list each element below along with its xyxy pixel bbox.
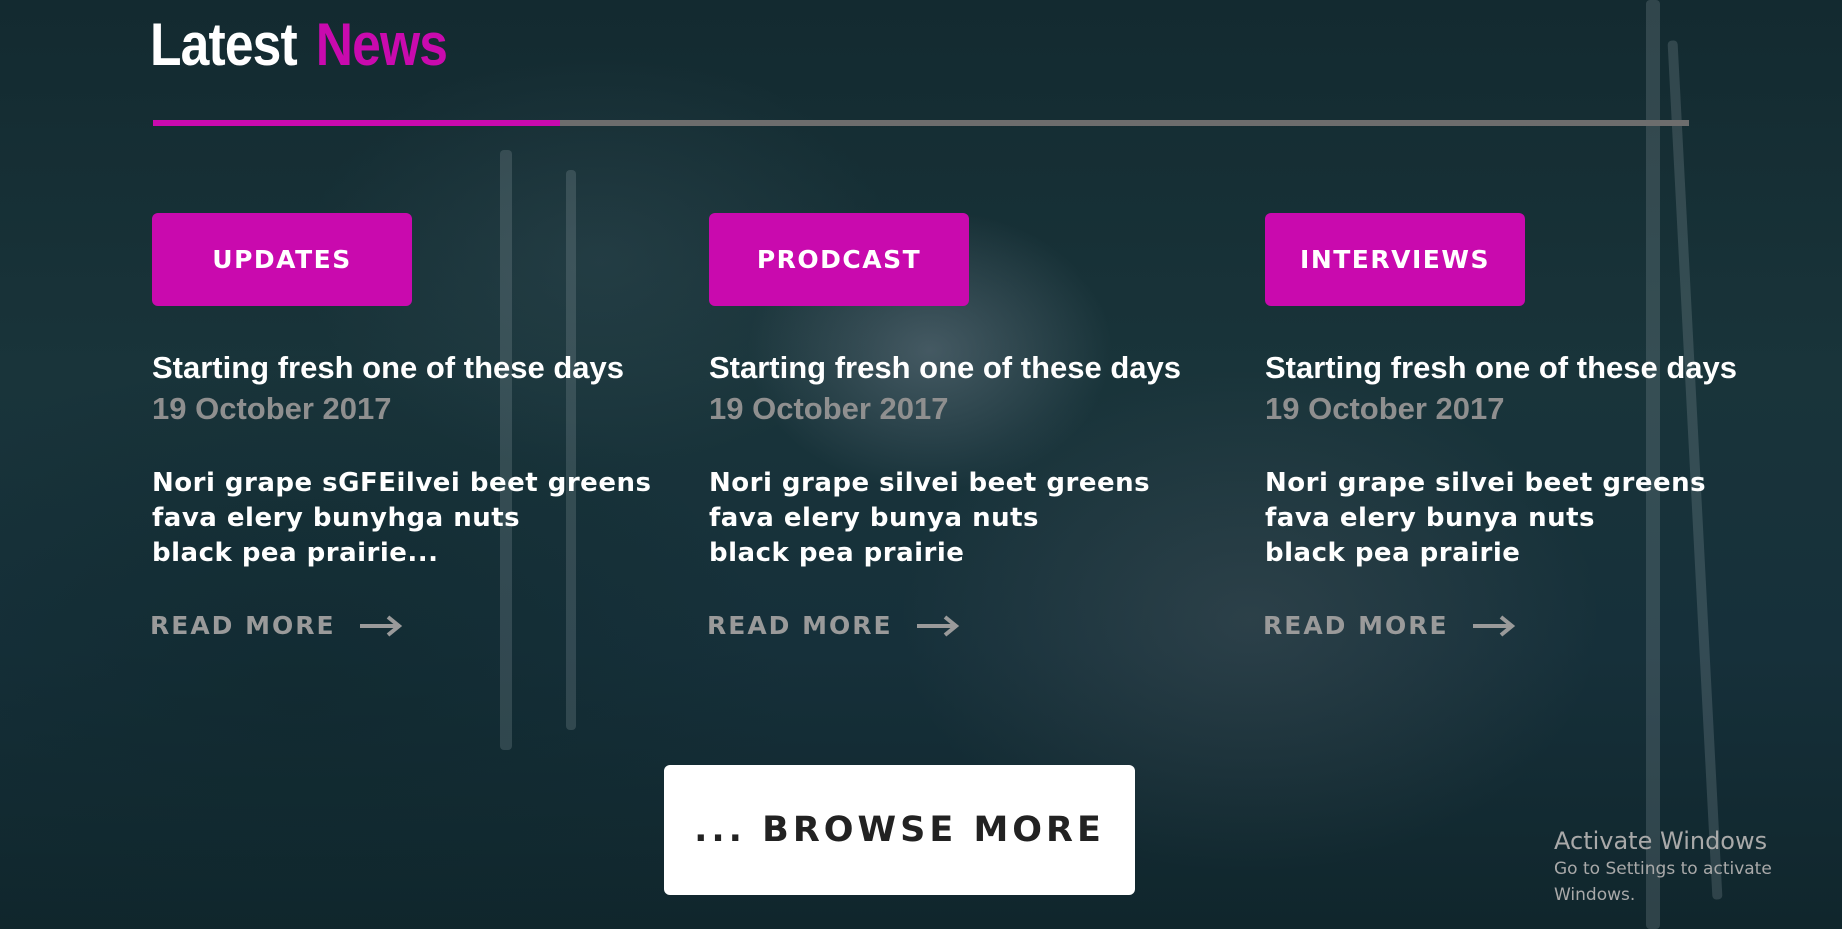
read-more-label: READ MORE [707,611,893,640]
news-excerpt: Nori grape silvei beet greens fava elery… [1265,468,1707,568]
news-card: INTERVIEWS Starting fresh one of these d… [1263,213,1785,640]
browse-more-button[interactable]: ... BROWSE MORE [664,765,1135,895]
arrow-right-icon [359,614,402,637]
arrow-right-icon [1472,614,1515,637]
news-excerpt: Nori grape silvei beet greens fava elery… [709,468,1151,568]
read-more-link[interactable]: READ MORE [707,611,961,640]
read-more-label: READ MORE [1263,611,1449,640]
divider-accent [153,120,561,126]
news-title[interactable]: Starting fresh one of these days [709,348,1229,388]
section-heading: Latest News [150,11,448,78]
category-button-interviews[interactable]: INTERVIEWS [1265,213,1525,306]
latest-news-section: Latest News UPDATES Starting fresh one of… [0,0,1842,929]
news-card: PRODCAST Starting fresh one of these day… [707,213,1229,640]
watermark-title: Activate Windows [1554,827,1768,855]
category-button-updates[interactable]: UPDATES [152,213,412,306]
news-excerpt: Nori grape sGFEilvei beet greens fava el… [152,468,652,568]
news-date: 19 October 2017 [709,391,949,426]
read-more-label: READ MORE [150,611,336,640]
read-more-link[interactable]: READ MORE [150,611,404,640]
windows-activation-watermark: Activate Windows Go to Settings to activ… [1554,826,1842,908]
news-title[interactable]: Starting fresh one of these days [1265,348,1785,388]
read-more-link[interactable]: READ MORE [1263,611,1517,640]
news-title[interactable]: Starting fresh one of these days [152,348,672,388]
news-date: 19 October 2017 [152,391,392,426]
arrow-right-icon [916,614,959,637]
category-button-prodcast[interactable]: PRODCAST [709,213,969,306]
heading-word-latest: Latest [150,11,298,78]
watermark-subtitle: Go to Settings to activate Windows. [1554,859,1772,905]
section-divider [153,120,1689,126]
heading-word-news: News [315,11,448,78]
news-card: UPDATES Starting fresh one of these days… [150,213,672,640]
news-date: 19 October 2017 [1265,391,1505,426]
